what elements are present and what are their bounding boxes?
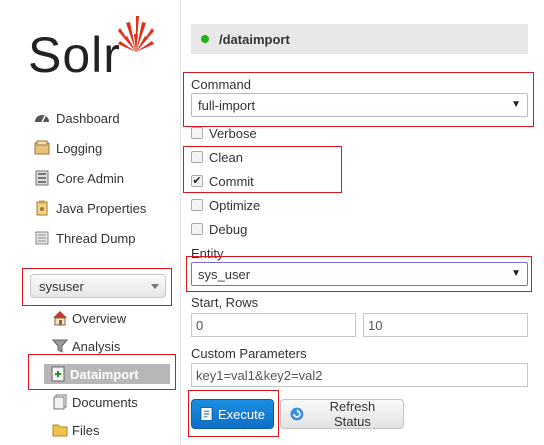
page-header: /dataimport: [191, 24, 528, 54]
sidebar-item-dashboard[interactable]: Dashboard: [34, 108, 120, 128]
sidebar: Solr Dashboard Logging Core Admin Java P…: [0, 0, 180, 445]
verbose-option[interactable]: Verbose: [191, 124, 257, 142]
core-item-dataimport[interactable]: Dataimport: [44, 364, 170, 384]
sidebar-divider: [180, 0, 181, 445]
sidebar-item-label: Thread Dump: [56, 230, 136, 246]
status-dot-icon: [201, 35, 209, 43]
core-item-label: Files: [72, 422, 100, 438]
execute-icon: [200, 407, 213, 421]
debug-option[interactable]: Debug: [191, 220, 247, 238]
clean-checkbox[interactable]: [191, 151, 203, 163]
optimize-option[interactable]: Optimize: [191, 196, 260, 214]
execute-button[interactable]: Execute: [191, 399, 274, 429]
core-selector-value: sysuser: [39, 278, 84, 294]
entity-value: sys_user: [198, 266, 251, 282]
checkmark-icon: ✔: [192, 174, 202, 187]
sidebar-item-label: Dashboard: [56, 110, 120, 126]
core-item-label: Dataimport: [70, 366, 139, 382]
option-label: Clean: [209, 149, 243, 165]
dropdown-arrow-icon: ▼: [511, 99, 521, 110]
refresh-label: Refresh Status: [329, 399, 376, 429]
dropdown-arrow-icon: ▼: [511, 268, 521, 279]
sidebar-item-label: Logging: [56, 140, 103, 156]
core-item-files[interactable]: Files: [52, 420, 99, 440]
command-label: Command: [191, 77, 251, 92]
folder-icon: [52, 424, 68, 437]
core-item-overview[interactable]: Overview: [52, 308, 126, 328]
core-item-label: Overview: [72, 310, 127, 326]
verbose-checkbox[interactable]: [191, 127, 203, 139]
sidebar-item-core-admin[interactable]: Core Admin: [34, 168, 124, 188]
core-admin-icon: [35, 170, 49, 186]
clean-option[interactable]: Clean: [191, 148, 243, 166]
core-item-analysis[interactable]: Analysis: [52, 336, 120, 356]
option-label: Verbose: [209, 125, 257, 141]
commit-option[interactable]: ✔ Commit: [191, 172, 254, 190]
funnel-icon: [52, 339, 68, 353]
sidebar-item-java-properties[interactable]: Java Properties: [34, 198, 146, 218]
solr-logo[interactable]: Solr: [28, 12, 168, 84]
logging-icon: [34, 140, 50, 155]
commit-checkbox[interactable]: ✔: [191, 175, 203, 187]
sidebar-item-thread-dump[interactable]: Thread Dump: [34, 228, 135, 248]
command-select[interactable]: full-import ▼: [191, 93, 528, 117]
dashboard-icon: [35, 115, 49, 123]
entity-label: Entity: [191, 246, 224, 261]
custom-parameters-input[interactable]: [191, 363, 528, 387]
chevron-down-icon: [151, 284, 159, 289]
command-value: full-import: [198, 97, 256, 113]
java-properties-icon: [36, 200, 48, 216]
core-item-label: Analysis: [72, 338, 121, 354]
dataimport-icon: [51, 366, 65, 382]
entity-select[interactable]: sys_user ▼: [191, 262, 528, 286]
option-label: Optimize: [209, 197, 261, 213]
optimize-checkbox[interactable]: [191, 199, 203, 211]
solr-sun-icon: [118, 16, 154, 52]
debug-checkbox[interactable]: [191, 223, 203, 235]
logo-text: Solr: [28, 27, 121, 83]
refresh-icon: [290, 407, 304, 421]
custom-parameters-label: Custom Parameters: [191, 346, 307, 361]
start-rows-label: Start, Rows: [191, 295, 259, 310]
option-label: Debug: [209, 221, 248, 237]
execute-label: Execute: [218, 406, 265, 422]
documents-icon: [53, 394, 67, 410]
thread-dump-icon: [35, 231, 49, 245]
option-label: Commit: [209, 173, 254, 189]
sidebar-item-logging[interactable]: Logging: [34, 138, 102, 158]
core-item-label: Documents: [72, 394, 138, 410]
core-item-documents[interactable]: Documents: [52, 392, 138, 412]
sidebar-item-label: Java Properties: [56, 200, 147, 216]
page-title: /dataimport: [219, 31, 290, 47]
home-icon: [53, 311, 67, 326]
start-input[interactable]: [191, 313, 356, 337]
refresh-status-button[interactable]: Refresh Status: [280, 399, 404, 429]
core-selector[interactable]: sysuser: [30, 274, 166, 298]
rows-input[interactable]: [363, 313, 528, 337]
sidebar-item-label: Core Admin: [56, 170, 124, 186]
